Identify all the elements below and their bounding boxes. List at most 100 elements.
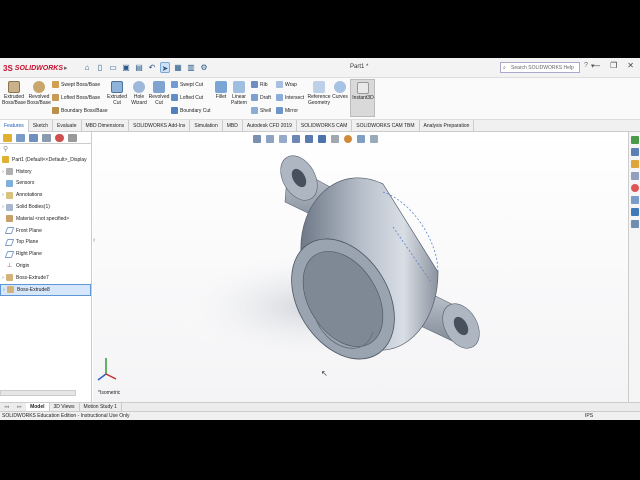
- tree-label-solid-bodies: Solid Bodies(1): [16, 204, 50, 211]
- instant3d-button[interactable]: Instant3D: [350, 79, 375, 117]
- select-icon[interactable]: ➤: [160, 62, 170, 73]
- rib-icon: [251, 81, 258, 88]
- lofted-boss-button[interactable]: Lofted Boss/Base: [52, 94, 100, 101]
- help-search-placeholder: Search SOLIDWORKS Help: [511, 65, 574, 71]
- save-icon[interactable]: ▣: [121, 62, 131, 73]
- plane-icon: [4, 238, 15, 246]
- revolved-cut-button[interactable]: Revolved Cut: [149, 81, 169, 106]
- revolved-boss-button[interactable]: Revolved Boss/Base: [27, 81, 51, 106]
- tab-sketch[interactable]: Sketch: [29, 120, 54, 132]
- tab-mbd[interactable]: MBD: [223, 120, 243, 132]
- tree-item-history[interactable]: › History: [0, 166, 91, 178]
- solidworks-forum-icon[interactable]: [631, 208, 639, 216]
- mirror-button[interactable]: Mirror: [276, 107, 298, 114]
- extruded-boss-button[interactable]: Extruded Boss/Base: [2, 81, 26, 106]
- undo-icon[interactable]: ↶: [147, 62, 157, 73]
- fillet-button[interactable]: Fillet: [213, 81, 229, 100]
- tree-filter[interactable]: ⚲: [0, 144, 91, 154]
- home-icon[interactable]: ⌂: [82, 62, 92, 73]
- reference-geometry-button[interactable]: Reference Geometry: [306, 81, 332, 106]
- feature-manager-tab-icon[interactable]: [3, 133, 12, 142]
- unit-system[interactable]: IPS: [585, 413, 593, 419]
- custom-properties-icon[interactable]: [631, 196, 639, 204]
- lofted-cut-icon: [171, 94, 178, 101]
- extruded-cut-button[interactable]: Extruded Cut: [106, 81, 128, 106]
- tab-mbd-dimensions[interactable]: MBD Dimensions: [82, 120, 130, 132]
- wrap-button[interactable]: Wrap: [276, 81, 297, 88]
- dimxpert-tab-icon[interactable]: [42, 133, 51, 142]
- close-icon[interactable]: ✕: [627, 61, 634, 70]
- print-icon[interactable]: ▤: [134, 62, 144, 73]
- instant3d-label: Instant3D: [352, 95, 374, 101]
- swept-cut-button[interactable]: Swept Cut: [171, 81, 203, 88]
- menu-expand-arrow-icon[interactable]: ▸: [64, 64, 68, 72]
- lofted-cut-label: Lofted Cut: [180, 94, 204, 101]
- tree-item-front-plane[interactable]: Front Plane: [0, 225, 91, 237]
- tab-evaluate[interactable]: Evaluate: [53, 120, 82, 132]
- extrude-feature-icon: [6, 274, 13, 282]
- tree-item-top-plane[interactable]: Top Plane: [0, 237, 91, 249]
- plugin-icon[interactable]: [631, 220, 639, 228]
- linear-pattern-label: Linear Pattern: [230, 94, 248, 106]
- lofted-cut-button[interactable]: Lofted Cut: [171, 94, 203, 101]
- tree-root-part1[interactable]: Part1 (Default<<Default>_Display: [0, 154, 91, 166]
- more-tabs-icon[interactable]: [68, 133, 77, 142]
- intersect-button[interactable]: Intersect: [276, 94, 304, 101]
- design-library-icon[interactable]: [631, 148, 639, 156]
- swept-cut-icon: [171, 81, 178, 88]
- tab-features[interactable]: Features: [0, 120, 29, 132]
- tab-analysis-preparation[interactable]: Analysis Preparation: [420, 120, 475, 132]
- tree-item-origin[interactable]: ⊥ Origin: [0, 260, 91, 272]
- help-question-icon[interactable]: ?: [584, 62, 588, 70]
- solidworks-resources-icon[interactable]: [631, 136, 639, 144]
- boundary-cut-button[interactable]: Boundary Cut: [171, 107, 211, 114]
- draft-button[interactable]: Draft: [251, 94, 271, 101]
- boundary-boss-button[interactable]: Boundary Boss/Base: [52, 107, 108, 114]
- tab-solidworks-cam-tbm[interactable]: SOLIDWORKS CAM TBM: [352, 120, 420, 132]
- swept-boss-button[interactable]: Swept Boss/Base: [52, 81, 100, 88]
- horizontal-scrollbar[interactable]: [0, 390, 76, 396]
- minimize-icon[interactable]: —: [592, 61, 600, 70]
- rib-button[interactable]: Rib: [251, 81, 268, 88]
- tree-item-boss-extrude7[interactable]: › Boss-Extrude7: [0, 272, 91, 284]
- document-title: Part1 *: [350, 64, 369, 70]
- command-manager-ribbon: Extruded Boss/Base Revolved Boss/Base Sw…: [0, 78, 640, 120]
- graphics-area[interactable]: ‹ *Isometric ↖: [93, 132, 628, 402]
- appearances-icon[interactable]: [631, 184, 639, 192]
- help-search-input[interactable]: ⌕ Search SOLIDWORKS Help: [500, 62, 580, 73]
- rebuild-icon[interactable]: ▦: [173, 62, 183, 73]
- configuration-manager-tab-icon[interactable]: [29, 133, 38, 142]
- part-icon: [2, 156, 9, 164]
- view-palette-icon[interactable]: [631, 172, 639, 180]
- tree-item-boss-extrude8[interactable]: › Boss-Extrude8: [0, 283, 91, 296]
- file-properties-icon[interactable]: ▥: [186, 62, 196, 73]
- tab-solidworks-cam[interactable]: SOLIDWORKS CAM: [297, 120, 353, 132]
- options-gear-icon[interactable]: ⚙: [199, 62, 209, 73]
- new-document-icon[interactable]: ▯: [95, 62, 105, 73]
- curves-button[interactable]: Curves: [332, 81, 348, 100]
- file-explorer-icon[interactable]: [631, 160, 639, 168]
- tree-item-right-plane[interactable]: Right Plane: [0, 248, 91, 260]
- display-manager-tab-icon[interactable]: [55, 133, 64, 142]
- tree-item-sensors[interactable]: Sensors: [0, 178, 91, 190]
- linear-pattern-button[interactable]: Linear Pattern: [229, 81, 249, 106]
- shell-button[interactable]: Shell: [251, 107, 271, 114]
- part-model[interactable]: [93, 132, 628, 402]
- next-tab-arrow-icon[interactable]: ▸▸: [13, 404, 26, 410]
- tab-simulation[interactable]: Simulation: [190, 120, 223, 132]
- panel-tabs: [0, 132, 91, 144]
- shell-icon: [251, 107, 258, 114]
- first-tab-arrow-icon[interactable]: ◂◂: [0, 404, 13, 410]
- feature-manager-panel: ⚲ Part1 (Default<<Default>_Display › His…: [0, 132, 92, 402]
- hole-wizard-button[interactable]: Hole Wizard: [129, 81, 149, 106]
- restore-icon[interactable]: ❐: [610, 61, 617, 70]
- tab-autodesk-cfd[interactable]: Autodesk CFD 2019: [243, 120, 297, 132]
- tree-item-solid-bodies[interactable]: › Solid Bodies(1): [0, 201, 91, 213]
- open-folder-icon[interactable]: ▭: [108, 62, 118, 73]
- property-manager-tab-icon[interactable]: [16, 133, 25, 142]
- tree-item-material[interactable]: Material <not specified>: [0, 213, 91, 225]
- solidworks-logo[interactable]: 3S SOLIDWORKS: [3, 61, 63, 75]
- extruded-cut-icon: [111, 81, 123, 93]
- tree-item-annotations[interactable]: › Annotations: [0, 189, 91, 201]
- tab-solidworks-add-ins[interactable]: SOLIDWORKS Add-Ins: [129, 120, 191, 132]
